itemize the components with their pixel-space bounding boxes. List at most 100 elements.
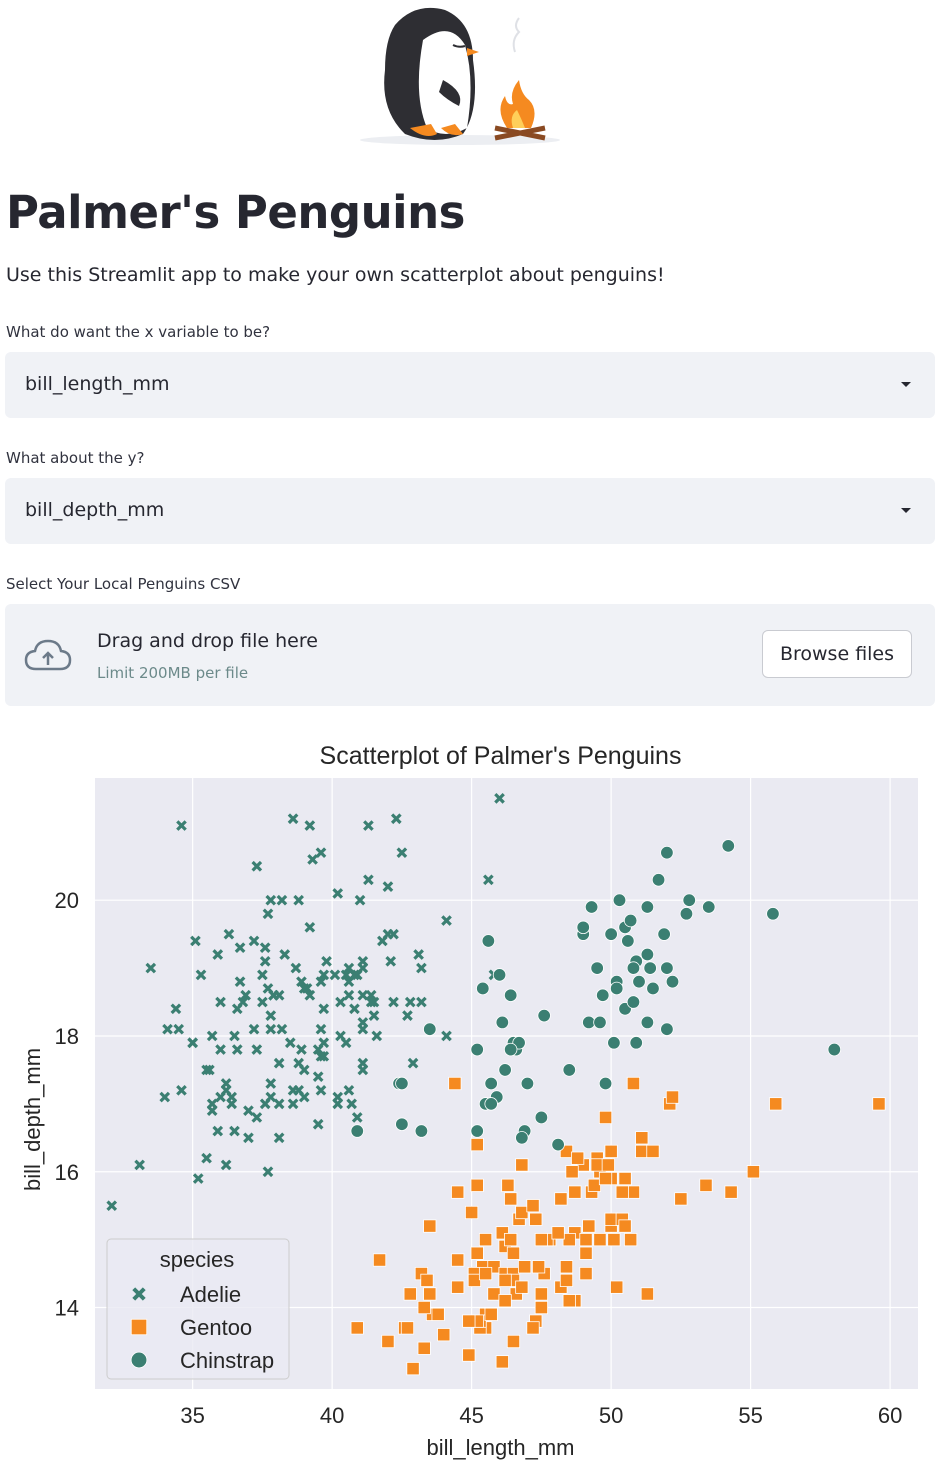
data-point bbox=[568, 1185, 582, 1199]
browse-files-button[interactable]: Browse files bbox=[762, 630, 912, 678]
data-point bbox=[579, 1246, 593, 1260]
page-subtitle: Use this Streamlit app to make your own … bbox=[6, 264, 665, 286]
data-point bbox=[531, 1260, 546, 1274]
data-point bbox=[518, 1260, 532, 1274]
data-point bbox=[462, 1314, 476, 1328]
data-point bbox=[626, 961, 641, 975]
y-tick-label: 16 bbox=[55, 1160, 79, 1185]
data-point bbox=[598, 1076, 613, 1091]
data-point bbox=[582, 1015, 596, 1030]
data-point bbox=[451, 1253, 465, 1267]
data-point bbox=[487, 1287, 501, 1301]
data-point bbox=[504, 1233, 518, 1247]
data-point bbox=[598, 1171, 613, 1186]
data-point bbox=[395, 1117, 409, 1131]
uploader-label: Select Your Local Penguins CSV bbox=[6, 575, 241, 593]
data-point bbox=[423, 1287, 437, 1301]
data-point bbox=[699, 1178, 713, 1192]
data-point bbox=[635, 1144, 649, 1158]
data-point bbox=[481, 934, 496, 948]
penguin-campfire-illustration bbox=[360, 7, 560, 145]
dropzone-instructions: Drag and drop file here bbox=[97, 630, 318, 652]
data-point bbox=[623, 913, 638, 928]
chevron-down-icon bbox=[901, 382, 911, 387]
x-select-label: What do want the x variable to be? bbox=[6, 323, 271, 341]
data-point bbox=[381, 1334, 395, 1349]
data-point bbox=[515, 1280, 529, 1294]
data-point bbox=[640, 900, 655, 914]
data-point bbox=[615, 1185, 629, 1199]
data-point bbox=[478, 1233, 493, 1247]
data-point bbox=[609, 981, 624, 996]
data-point bbox=[534, 1287, 548, 1301]
data-point bbox=[621, 934, 635, 948]
x-tick-label: 35 bbox=[180, 1403, 204, 1428]
x-tick-label: 50 bbox=[599, 1403, 623, 1428]
data-point bbox=[579, 1266, 593, 1281]
data-point bbox=[520, 1076, 535, 1091]
data-point bbox=[423, 1219, 437, 1233]
data-point bbox=[423, 1022, 437, 1036]
data-point bbox=[618, 1171, 632, 1186]
data-point bbox=[601, 1158, 615, 1172]
data-point bbox=[504, 1192, 518, 1206]
data-point bbox=[682, 893, 696, 907]
legend-label: Chinstrap bbox=[180, 1348, 274, 1373]
data-point bbox=[612, 893, 627, 907]
data-point bbox=[503, 1042, 518, 1057]
data-point bbox=[629, 1036, 643, 1050]
x-tick-label: 45 bbox=[459, 1403, 483, 1428]
chevron-down-icon bbox=[901, 508, 911, 513]
data-point bbox=[515, 1205, 529, 1220]
data-point bbox=[417, 1300, 431, 1315]
data-point bbox=[766, 907, 780, 921]
data-point bbox=[492, 968, 507, 982]
legend-marker bbox=[130, 1351, 148, 1369]
data-point bbox=[484, 1307, 498, 1321]
data-point bbox=[350, 1321, 364, 1335]
data-point bbox=[551, 1137, 565, 1152]
data-point bbox=[470, 1042, 484, 1057]
data-point bbox=[576, 920, 590, 935]
data-point bbox=[498, 1063, 512, 1077]
x-variable-select[interactable]: bill_length_mm bbox=[5, 352, 935, 418]
data-point bbox=[515, 1158, 529, 1172]
y-select-value: bill_depth_mm bbox=[25, 499, 165, 521]
data-point bbox=[515, 1131, 529, 1145]
data-point bbox=[702, 900, 716, 914]
data-point bbox=[604, 927, 618, 941]
data-point bbox=[590, 1158, 604, 1172]
data-point bbox=[872, 1097, 886, 1111]
data-point bbox=[746, 1165, 761, 1179]
data-point bbox=[679, 907, 694, 921]
data-point bbox=[420, 1273, 434, 1287]
legend-marker bbox=[130, 1318, 148, 1336]
y-variable-select[interactable]: bill_depth_mm bbox=[5, 478, 935, 544]
data-point bbox=[551, 1226, 565, 1240]
data-point bbox=[665, 974, 680, 989]
scatterplot-chart: 35 40 45 50 55 60 14 16 18 20 Scatterplot of Palme… bbox=[20, 742, 918, 1460]
data-point bbox=[590, 961, 604, 975]
data-point bbox=[431, 1307, 445, 1321]
data-point bbox=[626, 1076, 641, 1091]
data-point bbox=[451, 1185, 465, 1199]
data-point bbox=[495, 1015, 510, 1030]
data-point bbox=[403, 1287, 417, 1301]
data-point bbox=[640, 1287, 654, 1301]
data-point bbox=[674, 1192, 688, 1206]
x-tick-label: 60 bbox=[878, 1403, 902, 1428]
data-point bbox=[437, 1328, 451, 1342]
data-point bbox=[607, 1233, 621, 1247]
data-point bbox=[506, 1246, 521, 1260]
data-point bbox=[665, 1090, 680, 1104]
data-point bbox=[640, 947, 655, 962]
data-point bbox=[604, 1212, 618, 1226]
data-point bbox=[526, 1199, 540, 1213]
data-point bbox=[534, 1233, 548, 1247]
data-point bbox=[484, 1076, 498, 1091]
data-point bbox=[657, 927, 671, 941]
data-point bbox=[529, 1212, 543, 1226]
data-point bbox=[607, 1036, 621, 1050]
x-select-value: bill_length_mm bbox=[25, 373, 170, 395]
chart-legend: species Adelie Gentoo Chinstrap bbox=[106, 1238, 290, 1380]
